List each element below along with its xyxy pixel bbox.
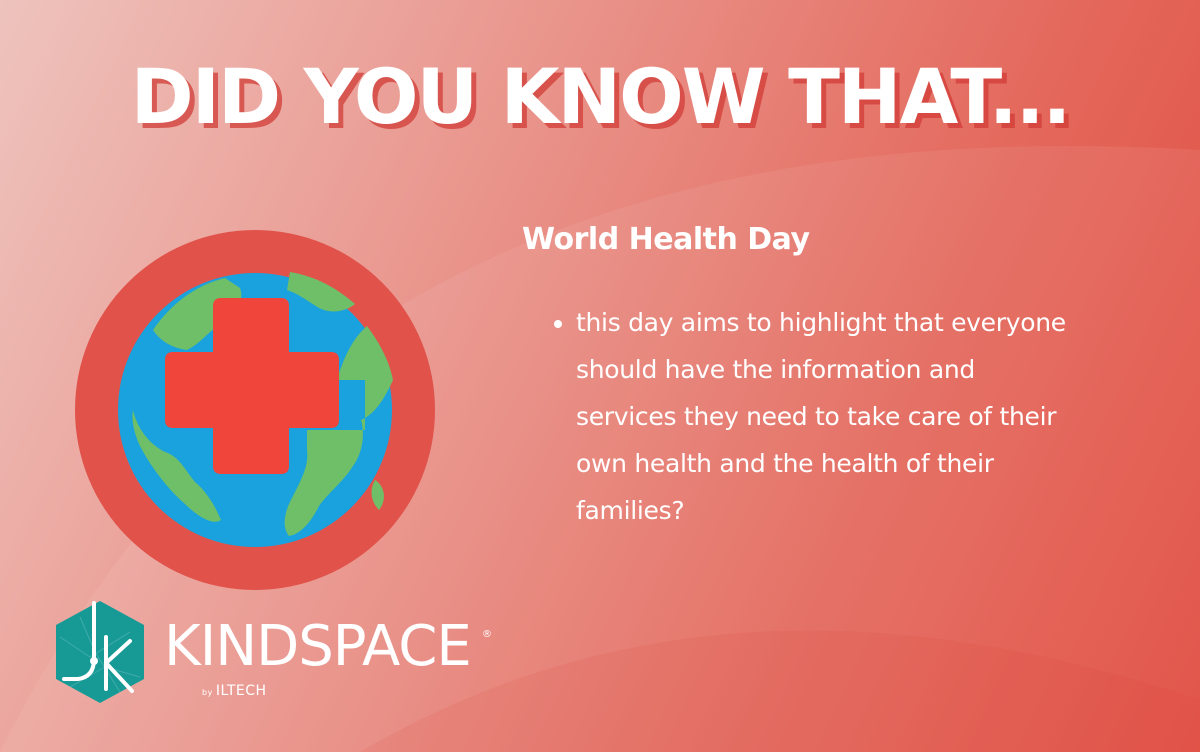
globe-medical-cross-icon <box>75 230 435 590</box>
kindspace-hexagon-logo <box>56 601 144 703</box>
bullet-item: this day aims to highlight that everyone… <box>576 299 1082 534</box>
fact-panel: World Health Day this day aims to highli… <box>522 222 1082 534</box>
headline: DID YOU KNOW THAT... <box>130 52 1072 141</box>
logo-brand-text: ILTECH <box>215 683 267 699</box>
subheading: World Health Day <box>522 222 810 257</box>
kindspace-logo: KINDSPACE ® by ILTECH <box>50 597 510 707</box>
logo-wordmark: KINDSPACE <box>164 614 472 679</box>
logo-by-text: by <box>202 688 213 697</box>
bullet-list: this day aims to highlight that everyone… <box>522 299 1082 534</box>
logo-registered-mark: ® <box>482 629 492 640</box>
logo-byline: by ILTECH <box>202 683 267 699</box>
